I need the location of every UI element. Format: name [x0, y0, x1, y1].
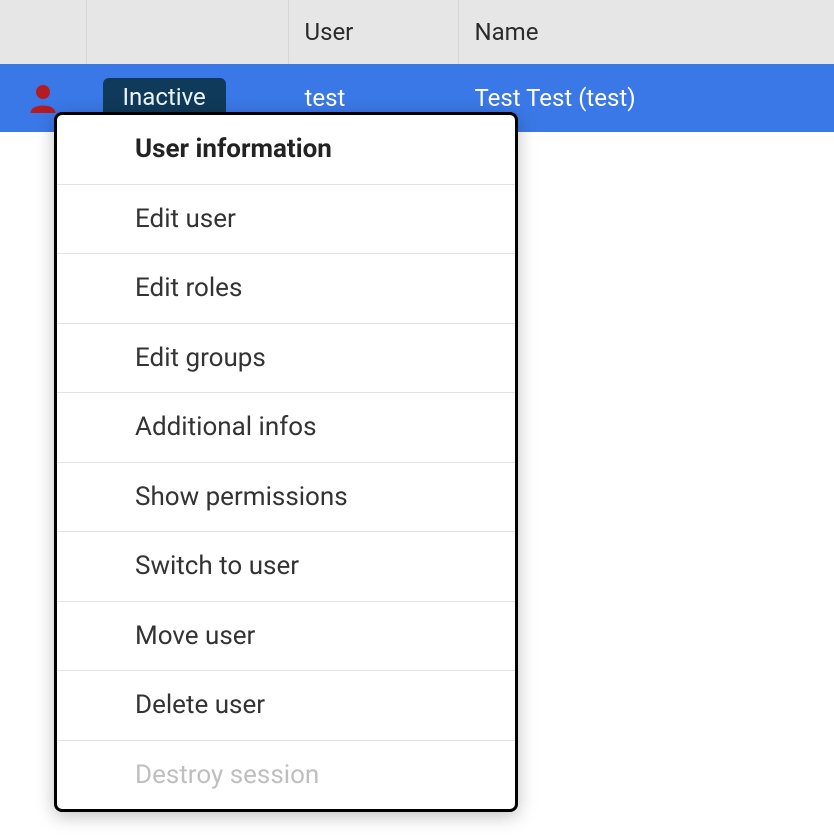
menu-edit-groups[interactable]: Edit groups	[57, 324, 515, 394]
header-user[interactable]: User	[288, 0, 458, 64]
user-icon	[29, 83, 57, 113]
menu-destroy-session: Destroy session	[57, 741, 515, 810]
menu-edit-user[interactable]: Edit user	[57, 185, 515, 255]
header-icon[interactable]	[0, 0, 86, 64]
header-name[interactable]: Name	[458, 0, 834, 64]
table-header-row: User Name	[0, 0, 834, 64]
menu-move-user[interactable]: Move user	[57, 602, 515, 672]
menu-delete-user[interactable]: Delete user	[57, 671, 515, 741]
menu-edit-roles[interactable]: Edit roles	[57, 254, 515, 324]
menu-additional-infos[interactable]: Additional infos	[57, 393, 515, 463]
menu-switch-to-user[interactable]: Switch to user	[57, 532, 515, 602]
context-menu: User information Edit user Edit roles Ed…	[54, 112, 518, 812]
menu-user-information: User information	[57, 115, 515, 185]
header-status[interactable]	[86, 0, 288, 64]
menu-show-permissions[interactable]: Show permissions	[57, 463, 515, 533]
